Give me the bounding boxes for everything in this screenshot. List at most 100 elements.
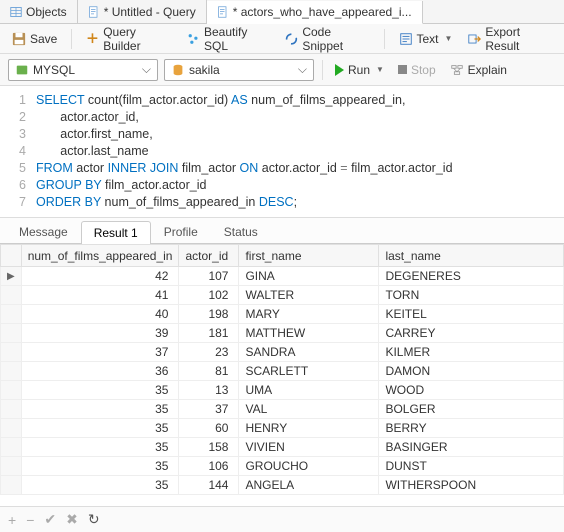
cell[interactable]: 23 [179, 343, 239, 362]
cell[interactable]: KEITEL [379, 305, 564, 324]
cell[interactable]: TORN [379, 286, 564, 305]
cancel-button[interactable]: ✖ [66, 511, 78, 528]
row-marker [1, 381, 22, 400]
cell[interactable]: 37 [21, 343, 179, 362]
button-label: Export Result [485, 25, 552, 53]
tab-result1[interactable]: Result 1 [81, 221, 151, 244]
sql-editor[interactable]: 1SELECT count(film_actor.actor_id) AS nu… [0, 86, 564, 218]
cell[interactable]: 106 [179, 457, 239, 476]
cell[interactable]: 39 [21, 324, 179, 343]
cell[interactable]: 36 [21, 362, 179, 381]
cell[interactable]: 37 [179, 400, 239, 419]
stop-button[interactable]: Stop [394, 61, 440, 79]
table-row[interactable]: 39181MATTHEWCARREY [1, 324, 564, 343]
cell[interactable]: 13 [179, 381, 239, 400]
cell[interactable]: HENRY [239, 419, 379, 438]
cell[interactable]: UMA [239, 381, 379, 400]
beautify-sql-button[interactable]: Beautify SQL [183, 23, 273, 55]
code-text: actor.last_name [36, 143, 149, 160]
cell[interactable]: BERRY [379, 419, 564, 438]
line-number: 1 [0, 92, 36, 109]
cell[interactable]: 198 [179, 305, 239, 324]
refresh-button[interactable]: ↻ [88, 511, 100, 528]
cell[interactable]: ANGELA [239, 476, 379, 495]
cell[interactable]: 60 [179, 419, 239, 438]
column-header[interactable]: last_name [379, 245, 564, 267]
cell[interactable]: WALTER [239, 286, 379, 305]
table-row[interactable]: 35106GROUCHODUNST [1, 457, 564, 476]
cell[interactable]: VIVIEN [239, 438, 379, 457]
apply-button[interactable]: ✔ [44, 511, 56, 528]
cell[interactable]: CARREY [379, 324, 564, 343]
cell[interactable]: 35 [21, 476, 179, 495]
database-select[interactable]: sakila ⌵ [164, 59, 314, 81]
tab-actors-query[interactable]: * actors_who_have_appeared_i... [207, 1, 423, 24]
cell[interactable]: 102 [179, 286, 239, 305]
table-row[interactable]: 35144ANGELAWITHERSPOON [1, 476, 564, 495]
export-result-button[interactable]: Export Result [464, 23, 556, 55]
table-row[interactable]: 3537VALBOLGER [1, 400, 564, 419]
cell[interactable]: 35 [21, 457, 179, 476]
row-marker [1, 476, 22, 495]
cell[interactable]: GROUCHO [239, 457, 379, 476]
tab-message[interactable]: Message [6, 220, 81, 243]
cell[interactable]: 41 [21, 286, 179, 305]
tab-status[interactable]: Status [211, 220, 271, 243]
explain-button[interactable]: Explain [446, 61, 511, 79]
cell[interactable]: 181 [179, 324, 239, 343]
cell[interactable]: 35 [21, 381, 179, 400]
cell[interactable]: DUNST [379, 457, 564, 476]
export-icon [468, 32, 481, 46]
add-row-button[interactable]: + [8, 512, 16, 528]
cell[interactable]: 107 [179, 267, 239, 286]
cell[interactable]: BOLGER [379, 400, 564, 419]
table-row[interactable]: 3560HENRYBERRY [1, 419, 564, 438]
tab-untitled-query[interactable]: * Untitled - Query [78, 0, 207, 23]
cell[interactable]: SANDRA [239, 343, 379, 362]
cell[interactable]: WITHERSPOON [379, 476, 564, 495]
cell[interactable]: MARY [239, 305, 379, 324]
cell[interactable]: DEGENERES [379, 267, 564, 286]
table-row[interactable]: 41102WALTERTORN [1, 286, 564, 305]
cell[interactable]: 144 [179, 476, 239, 495]
table-row[interactable]: 35158VIVIENBASINGER [1, 438, 564, 457]
query-builder-button[interactable]: Query Builder [82, 23, 175, 55]
code-snippet-button[interactable]: Code Snippet [281, 23, 373, 55]
text-view-button[interactable]: Text ▼ [395, 30, 457, 48]
cell[interactable]: SCARLETT [239, 362, 379, 381]
table-row[interactable]: 3681SCARLETTDAMON [1, 362, 564, 381]
run-button[interactable]: Run ▼ [331, 61, 388, 79]
cell[interactable]: WOOD [379, 381, 564, 400]
delete-row-button[interactable]: − [26, 512, 34, 528]
cell[interactable]: MATTHEW [239, 324, 379, 343]
column-header[interactable]: num_of_films_appeared_in [21, 245, 179, 267]
column-header[interactable]: actor_id [179, 245, 239, 267]
cell[interactable]: 42 [21, 267, 179, 286]
cell[interactable]: 40 [21, 305, 179, 324]
column-header[interactable]: first_name [239, 245, 379, 267]
cell[interactable]: GINA [239, 267, 379, 286]
cell[interactable]: KILMER [379, 343, 564, 362]
cell[interactable]: DAMON [379, 362, 564, 381]
result-grid[interactable]: num_of_films_appeared_in actor_id first_… [0, 244, 564, 495]
stop-icon [398, 65, 407, 74]
table-row[interactable]: ▶42107GINADEGENERES [1, 267, 564, 286]
connection-select[interactable]: MYSQL ⌵ [8, 59, 158, 81]
cell[interactable]: VAL [239, 400, 379, 419]
table-row[interactable]: 3513UMAWOOD [1, 381, 564, 400]
code-text: FROM actor INNER JOIN film_actor ON acto… [36, 160, 453, 177]
database-icon [171, 63, 185, 77]
save-button[interactable]: Save [8, 30, 61, 48]
table-row[interactable]: 3723SANDRAKILMER [1, 343, 564, 362]
tab-objects[interactable]: Objects [0, 0, 78, 23]
table-row[interactable]: 40198MARYKEITEL [1, 305, 564, 324]
combo-value: sakila [189, 63, 294, 77]
cell[interactable]: 81 [179, 362, 239, 381]
cell[interactable]: 35 [21, 438, 179, 457]
cell[interactable]: BASINGER [379, 438, 564, 457]
cell[interactable]: 158 [179, 438, 239, 457]
tab-profile[interactable]: Profile [151, 220, 211, 243]
cell[interactable]: 35 [21, 419, 179, 438]
cell[interactable]: 35 [21, 400, 179, 419]
button-label: Stop [411, 63, 436, 77]
